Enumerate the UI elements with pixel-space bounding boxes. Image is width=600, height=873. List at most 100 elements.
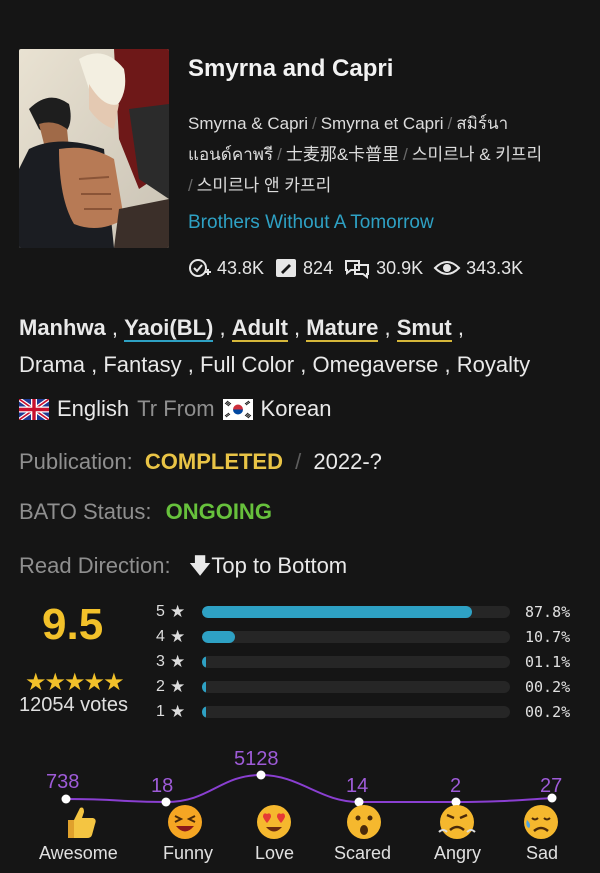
reaction-count-funny: 18: [151, 775, 174, 797]
angry-icon[interactable]: [437, 802, 477, 842]
down-arrow-icon: 🡇: [188, 553, 212, 578]
alt-title: แอนด์คาพรี: [188, 145, 274, 164]
read-direction-row: Read Direction: 🡇Top to Bottom: [19, 549, 347, 587]
rating-bar-fill: [202, 706, 206, 718]
translated-from-label: Tr From: [137, 396, 215, 421]
star-number: 3: [156, 653, 165, 670]
reaction-label-sad: Sad: [526, 843, 559, 863]
page-title: Smyrna and Capri: [188, 55, 394, 82]
rating-percent: 00.2%: [525, 703, 571, 721]
separator: /: [403, 145, 408, 164]
rating-score: 9.5: [42, 600, 104, 649]
cover-image[interactable]: [19, 49, 169, 248]
rating-bar: [202, 631, 510, 643]
star-icon: ★: [170, 702, 186, 721]
comments-icon: [345, 260, 370, 279]
genre-list: Manhwa , Yaoi(BL) , Adult , Mature , Smu…: [19, 315, 531, 377]
stats-bar: 43.8K 824 30.9K 343.3K: [188, 257, 533, 279]
star-number: 5: [156, 603, 165, 620]
separator: /: [295, 449, 302, 474]
read-direction-label: Read Direction:: [19, 553, 171, 578]
comments-stat[interactable]: 30.9K: [343, 257, 423, 279]
genre-tag[interactable]: Drama: [19, 352, 85, 377]
star-icon: ★: [170, 627, 186, 646]
rating-row-4: 4 ★ 10.7%: [156, 625, 586, 649]
rating-bar: [202, 606, 510, 618]
author-link[interactable]: Brothers Without A Tomorrow: [188, 212, 434, 234]
reaction-label-awesome: Awesome: [39, 843, 118, 863]
alt-title: 스미르나 앤 카프리: [196, 176, 332, 195]
reaction-label-scared: Scared: [334, 843, 392, 863]
korea-flag-icon: [222, 398, 253, 420]
publication-years: 2022-?: [313, 449, 382, 474]
rating-bar-fill: [202, 631, 235, 643]
sad-icon[interactable]: [521, 802, 561, 842]
alt-title: Smyrna et Capri: [320, 114, 444, 133]
language-row: English Tr From Korean: [19, 396, 332, 422]
eye-icon: [433, 261, 461, 275]
reactions-panel: 738 18 5128 14 2 27 Awesome Funny Love S…: [0, 740, 600, 873]
rating-bar: [202, 706, 510, 718]
vote-count: 12054 votes: [19, 694, 128, 716]
separator: /: [447, 114, 453, 133]
rating-bar: [202, 656, 510, 668]
reaction-count-awesome: 738: [46, 771, 80, 793]
comments-count: 30.9K: [376, 257, 424, 278]
rating-bar: [202, 681, 510, 693]
star-rating-icons[interactable]: ★★★★★: [25, 668, 125, 697]
rating-percent: 01.1%: [525, 653, 571, 671]
alternative-titles: Smyrna & Capri / Smyrna et Capri / สมิร์นา แ…: [188, 108, 578, 201]
views-stat[interactable]: 343.3K: [433, 257, 523, 279]
read-direction-value: Top to Bottom: [211, 553, 348, 578]
star-number: 2: [156, 678, 165, 695]
separator: /: [277, 145, 282, 164]
heart-eyes-icon[interactable]: [254, 802, 294, 842]
uk-flag-icon: [19, 398, 49, 420]
rating-bar-fill: [202, 656, 206, 668]
bato-status-value: ONGOING: [165, 499, 272, 524]
rating-percent: 10.7%: [525, 628, 571, 646]
separator: /: [188, 176, 193, 195]
alt-title: 士麦那&卡普里: [285, 145, 400, 164]
genre-tag[interactable]: Adult: [231, 315, 288, 342]
rating-percent: 00.2%: [525, 678, 571, 696]
follow-icon: [189, 259, 211, 277]
thumbs-up-icon[interactable]: [60, 802, 100, 842]
star-icon: ★: [170, 677, 186, 696]
translated-language[interactable]: Korean: [261, 396, 332, 422]
star-icon: ★: [170, 602, 186, 621]
genre-tag[interactable]: Manhwa: [19, 315, 106, 340]
star-number: 4: [156, 628, 165, 645]
star-icon: ★: [170, 652, 186, 671]
star-number: 1: [156, 703, 165, 720]
reviews-stat[interactable]: 824: [274, 257, 333, 279]
follows-stat[interactable]: 43.8K: [188, 257, 264, 279]
reaction-count-angry: 2: [450, 775, 462, 797]
publication-label: Publication:: [19, 449, 133, 474]
views-count: 343.3K: [466, 257, 524, 278]
publication-status: COMPLETED: [144, 449, 283, 474]
rating-row-1: 1 ★ 00.2%: [156, 700, 586, 724]
follows-count: 43.8K: [217, 257, 265, 278]
genre-tag[interactable]: Omegaverse: [312, 352, 438, 377]
rating-bar-fill: [202, 681, 206, 693]
rating-bar-fill: [202, 606, 473, 618]
genre-tag[interactable]: Royalty: [457, 352, 530, 377]
reaction-count-love: 5128: [234, 748, 279, 770]
rating-row-5: 5 ★ 87.8%: [156, 600, 586, 624]
laughing-icon[interactable]: [165, 802, 205, 842]
genre-tag[interactable]: Mature: [306, 315, 379, 342]
surprised-icon[interactable]: [344, 802, 384, 842]
rating-row-3: 3 ★ 01.1%: [156, 650, 586, 674]
genre-tag[interactable]: Yaoi(BL): [124, 315, 214, 342]
genre-tag[interactable]: Fantasy: [103, 352, 181, 377]
review-icon: [276, 259, 297, 277]
publication-row: Publication: COMPLETED / 2022-?: [19, 449, 382, 475]
reaction-count-scared: 14: [346, 775, 369, 797]
genre-tag[interactable]: Full Color: [200, 352, 294, 377]
alt-title: 스미르나 & 키프리: [411, 145, 543, 164]
genre-tag[interactable]: Smut: [396, 315, 452, 342]
reaction-label-love: Love: [255, 843, 295, 863]
reaction-label-angry: Angry: [434, 843, 482, 863]
original-language[interactable]: English: [57, 396, 129, 422]
